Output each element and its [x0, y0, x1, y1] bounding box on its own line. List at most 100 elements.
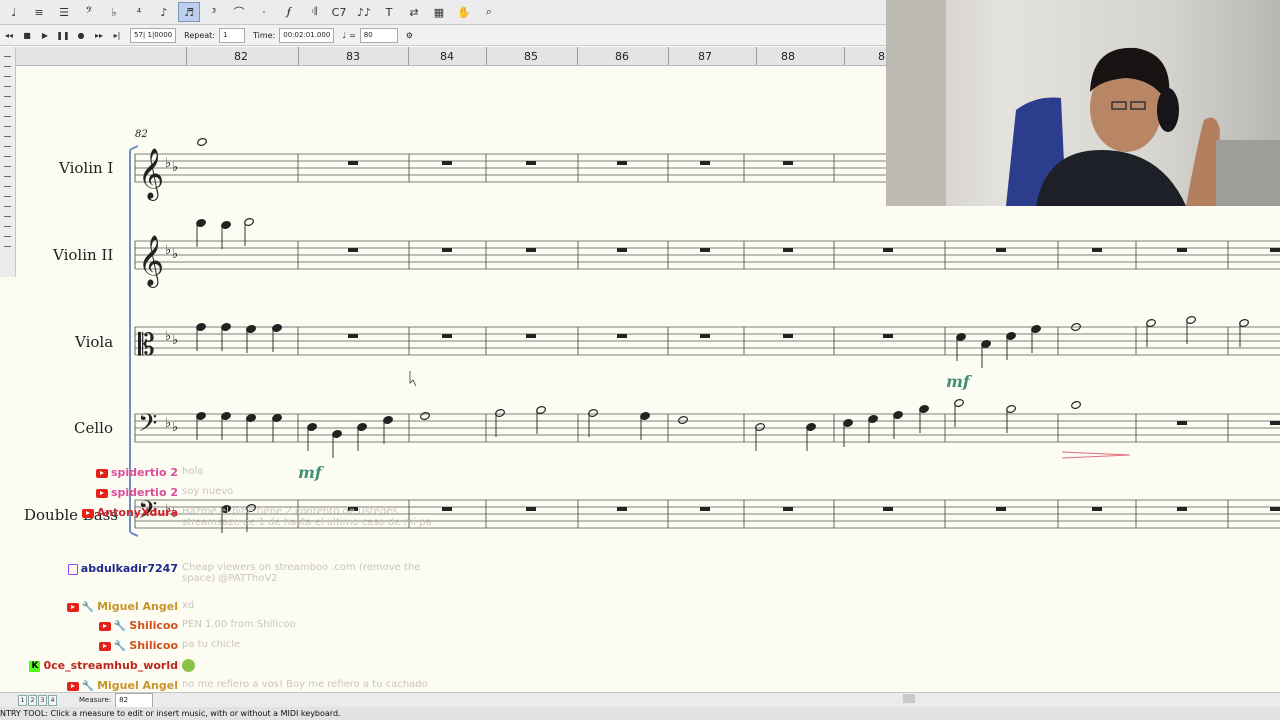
whole-rest — [1177, 507, 1187, 511]
chat-username: AntonyXdura — [96, 506, 178, 519]
bass-clef-icon: 𝄢 — [138, 409, 157, 444]
youtube-icon — [66, 681, 79, 691]
chat-message: 🔧 Miguel Angel xd — [0, 600, 447, 613]
page-button-4[interactable]: 4 — [48, 694, 57, 706]
whole-rest — [442, 334, 452, 338]
whole-rest — [883, 334, 893, 338]
whole-rest — [700, 248, 710, 252]
chat-message-text — [182, 659, 447, 672]
whole-rest — [700, 507, 710, 511]
moderator-wrench-icon: 🔧 — [113, 641, 127, 652]
chat-message: 🔧 Miguel Angel no me refiero a vos! Boy me… — [0, 679, 447, 692]
flat-icon: ♭ — [172, 160, 178, 175]
whole-rest — [883, 248, 893, 252]
whole-rest — [348, 248, 358, 252]
streamer-image — [886, 0, 1280, 206]
chat-message: abdulkadir7247 Cheap viewers on streamboo… — [0, 562, 447, 584]
whole-rest — [783, 334, 793, 338]
instrument-name-cello: Cello — [74, 419, 113, 437]
status-bar: NTRY TOOL: Click a measure to edit or in… — [0, 707, 1280, 720]
chat-message: spidertio 2 soy nuevo — [0, 486, 447, 499]
whole-rest — [883, 507, 893, 511]
flat-icon: ♭ — [165, 416, 171, 431]
whole-rest — [783, 161, 793, 165]
whole-rest — [1270, 421, 1280, 425]
flat-icon: ♭ — [165, 156, 171, 171]
emote-icon — [182, 659, 195, 672]
whole-rest — [348, 161, 358, 165]
measure-label: Measure: — [79, 696, 112, 704]
bracket-hook — [129, 531, 139, 537]
instrument-name-violin-2: Violin II — [53, 246, 114, 264]
chat-username: 0ce_streamhub_world — [43, 659, 178, 672]
flat-icon: ♭ — [172, 333, 178, 348]
chat-message: 🔧 Shilicoo PEN 1.00 from Shilicoo — [0, 619, 447, 632]
chat-username: spidertio 2 — [110, 486, 178, 499]
whole-rest — [617, 248, 627, 252]
youtube-icon — [98, 621, 111, 631]
page-button-1[interactable]: 1 — [18, 694, 27, 706]
whole-rest — [617, 161, 627, 165]
chat-message-text: no me refiero a vos! Boy me refiero a tu… — [182, 679, 428, 690]
chat-message-text: Hazme el pibe tiene 2 contento de ustede… — [182, 506, 432, 528]
chat-username: spidertio 2 — [110, 466, 178, 479]
dynamic-mf: mf — [946, 372, 973, 391]
chat-message-text: hola — [182, 466, 204, 477]
youtube-icon — [98, 641, 111, 651]
chat-message-text: xd — [182, 600, 195, 611]
chat-message: 🔧 Shilicoo pa tu chicle — [0, 639, 447, 652]
whole-note — [197, 138, 207, 146]
chat-message: AntonyXdura Hazme el pibe tiene 2 content… — [0, 506, 447, 528]
whole-rest — [996, 507, 1006, 511]
page-navigation-bar: 1 2 3 4 Measure: 82 — [0, 692, 1280, 708]
kick-icon: K — [29, 660, 41, 672]
whole-rest — [526, 248, 536, 252]
moderator-wrench-icon: 🔧 — [113, 621, 127, 632]
measure-field[interactable]: 82 — [115, 692, 154, 708]
flat-icon: ♭ — [172, 247, 178, 262]
page-button-2[interactable]: 2 — [28, 694, 37, 706]
treble-clef-icon: 𝄞 — [138, 235, 164, 288]
instrument-name-viola: Viola — [75, 333, 114, 351]
flat-icon: ♭ — [165, 243, 171, 258]
horizontal-scrollbar-thumb[interactable] — [903, 694, 915, 703]
whole-note — [420, 412, 430, 420]
flat-icon: ♭ — [172, 420, 178, 435]
whole-rest — [526, 334, 536, 338]
whole-rest — [1177, 421, 1187, 425]
page-button-3[interactable]: 3 — [38, 694, 47, 706]
chat-message: K 0ce_streamhub_world — [0, 659, 447, 672]
youtube-icon — [95, 468, 108, 478]
chat-username: Miguel Angel — [97, 600, 178, 613]
whole-rest — [1270, 248, 1280, 252]
chat-message-text: soy nuevo — [182, 486, 234, 497]
chat-username: Shilicoo — [129, 619, 178, 632]
moderator-wrench-icon: 🔧 — [81, 602, 95, 613]
whole-rest — [996, 248, 1006, 252]
chat-message-text: pa tu chicle — [182, 639, 241, 650]
webcam-overlay — [886, 0, 1280, 206]
instrument-name-violin-1: Violin I — [59, 159, 114, 177]
treble-clef-icon: 𝄞 — [138, 148, 164, 201]
whole-rest — [526, 161, 536, 165]
whole-rest — [1092, 507, 1102, 511]
youtube-icon — [66, 602, 79, 612]
whole-rest — [783, 248, 793, 252]
measure-number-label: 82 — [135, 129, 148, 140]
chat-username: abdulkadir7247 — [80, 562, 178, 575]
chat-message-text: Cheap viewers on streamboo .com (remove … — [182, 562, 421, 584]
chat-username: Miguel Angel — [97, 679, 178, 692]
chat-message: spidertio 2 hola — [0, 466, 447, 479]
decrescendo-hairpin — [1061, 451, 1131, 459]
whole-rest — [348, 334, 358, 338]
twitch-icon — [67, 563, 78, 575]
whole-rest — [700, 161, 710, 165]
whole-rest — [442, 248, 452, 252]
whole-rest — [617, 334, 627, 338]
whole-note — [1071, 401, 1081, 409]
whole-rest — [1177, 248, 1187, 252]
chat-username: Shilicoo — [129, 639, 178, 652]
chat-message-text: PEN 1.00 from Shilicoo — [182, 619, 296, 630]
whole-rest — [783, 507, 793, 511]
whole-rest — [617, 507, 627, 511]
